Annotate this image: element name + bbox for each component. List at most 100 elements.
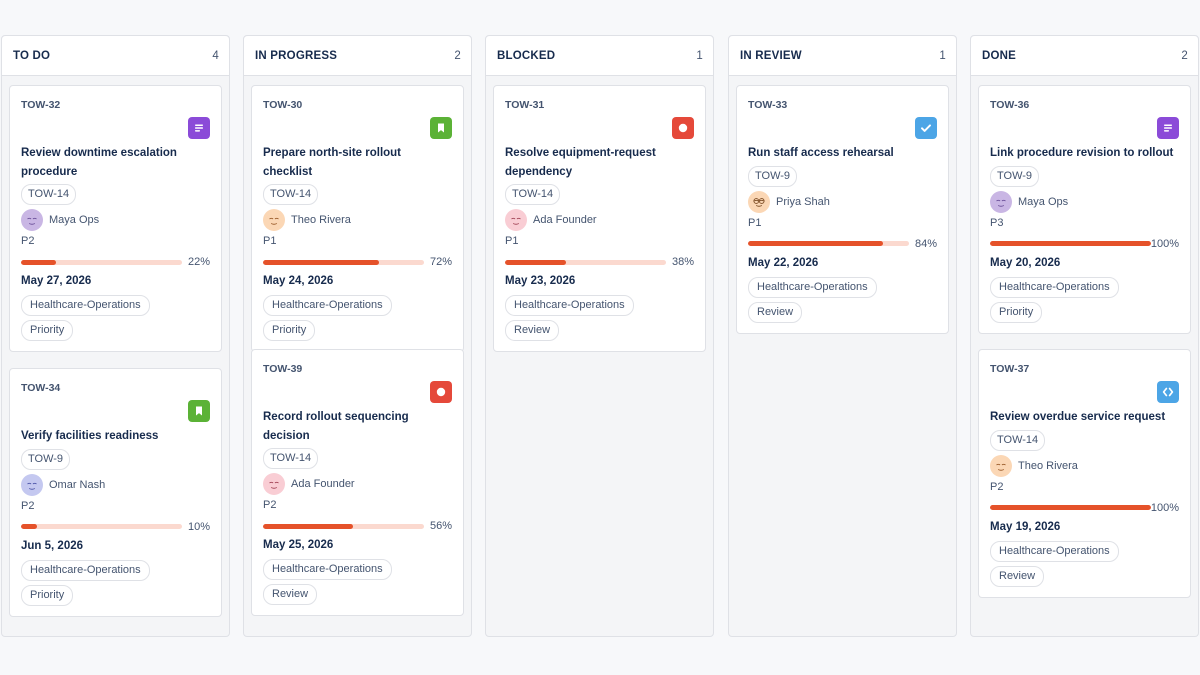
progress-fill bbox=[990, 505, 1151, 510]
progress-track bbox=[990, 505, 1151, 510]
issue-key[interactable]: TOW-34 bbox=[21, 382, 210, 396]
due-date: May 20, 2026 bbox=[990, 256, 1061, 269]
label-chip[interactable]: Healthcare-Operations bbox=[21, 559, 150, 581]
avatar bbox=[263, 473, 285, 495]
assignee[interactable]: Theo Rivera bbox=[990, 454, 1179, 477]
parent-chip[interactable]: TOW-14 bbox=[263, 448, 319, 469]
assignee[interactable]: Ada Founder bbox=[505, 209, 694, 231]
story-icon bbox=[430, 117, 452, 139]
assignee[interactable]: Omar Nash bbox=[21, 473, 210, 496]
column-header[interactable]: TO DO 4 bbox=[2, 36, 229, 76]
issue-title[interactable]: Record rollout sequencing decision bbox=[263, 408, 452, 445]
avatar bbox=[21, 473, 43, 496]
issue-card[interactable]: TOW-37 Review overdue service request TOW-… bbox=[978, 349, 1191, 598]
assignee[interactable]: Priya Shah bbox=[748, 190, 937, 213]
parent-chip[interactable]: TOW-14 bbox=[990, 429, 1046, 451]
column-header[interactable]: DONE 2 bbox=[971, 36, 1198, 76]
label-chip[interactable]: Healthcare-Operations bbox=[263, 559, 392, 580]
progress-fill bbox=[263, 523, 354, 529]
label-chip[interactable]: Healthcare-Operations bbox=[990, 276, 1119, 298]
column-header[interactable]: IN REVIEW 1 bbox=[729, 36, 956, 76]
due-date: May 22, 2026 bbox=[748, 256, 819, 269]
assignee[interactable]: Ada Founder bbox=[263, 473, 452, 495]
avatar bbox=[505, 209, 527, 231]
label-chip[interactable]: Priority bbox=[263, 320, 316, 341]
label-chip[interactable]: Review bbox=[263, 584, 318, 605]
due-date: May 25, 2026 bbox=[263, 539, 334, 551]
issue-key[interactable]: TOW-36 bbox=[990, 99, 1179, 113]
label-chip[interactable]: Review bbox=[748, 301, 803, 323]
column-blocked: BLOCKED 1 TOW-31 Resolve equipment-request … bbox=[485, 35, 714, 637]
assignee[interactable]: Maya Ops bbox=[21, 209, 210, 231]
column-count: 1 bbox=[696, 49, 703, 62]
label-chip[interactable]: Healthcare-Operations bbox=[21, 295, 150, 316]
issue-title[interactable]: Resolve equipment-request dependency bbox=[505, 144, 694, 181]
issue-title[interactable]: Verify facilities readiness bbox=[21, 427, 210, 446]
column-title: TO DO bbox=[13, 49, 51, 62]
parent-chip[interactable]: TOW-14 bbox=[21, 184, 77, 205]
progress-bar: 10% bbox=[21, 520, 210, 534]
issue-title[interactable]: Review downtime escalation procedure bbox=[21, 144, 210, 181]
avatar bbox=[263, 209, 285, 231]
issue-card[interactable]: TOW-31 Resolve equipment-request dependen… bbox=[493, 85, 706, 352]
issue-key[interactable]: TOW-31 bbox=[505, 99, 694, 113]
issue-key[interactable]: TOW-37 bbox=[990, 363, 1179, 377]
priority: P1 bbox=[748, 216, 762, 229]
assignee[interactable]: Theo Rivera bbox=[263, 209, 452, 231]
label-chip[interactable]: Priority bbox=[21, 584, 74, 606]
progress-track bbox=[263, 523, 424, 529]
label-chip[interactable]: Review bbox=[505, 320, 560, 341]
issue-key[interactable]: TOW-39 bbox=[263, 363, 452, 377]
issue-title[interactable]: Prepare north-site rollout checklist bbox=[263, 144, 452, 181]
progress-track bbox=[748, 241, 909, 246]
assignee-name: Maya Ops bbox=[1018, 195, 1069, 208]
column-title: DONE bbox=[982, 49, 1017, 62]
parent-chip[interactable]: TOW-9 bbox=[748, 165, 798, 187]
check-icon bbox=[915, 117, 937, 139]
label-chip[interactable]: Priority bbox=[21, 320, 74, 341]
label-chip[interactable]: Priority bbox=[990, 301, 1043, 323]
issue-key[interactable]: TOW-33 bbox=[748, 99, 937, 113]
due-date: May 24, 2026 bbox=[263, 275, 334, 287]
label-chip[interactable]: Healthcare-Operations bbox=[263, 295, 392, 316]
column-in-review: IN REVIEW 1 TOW-33 Run staff access rehears… bbox=[728, 35, 957, 637]
column-count: 2 bbox=[454, 49, 461, 62]
issue-card[interactable]: TOW-32 Review downtime escalation procedu… bbox=[9, 85, 222, 352]
issue-title[interactable]: Run staff access rehearsal bbox=[748, 144, 937, 163]
bug-icon bbox=[672, 117, 694, 139]
issue-card[interactable]: TOW-30 Prepare north-site rollout checkli… bbox=[251, 85, 464, 352]
parent-chip[interactable]: TOW-14 bbox=[505, 184, 561, 205]
code-icon bbox=[1157, 381, 1179, 403]
label-chip[interactable]: Healthcare-Operations bbox=[748, 276, 877, 298]
due-date: May 19, 2026 bbox=[990, 520, 1061, 533]
priority: P2 bbox=[21, 235, 35, 247]
issue-title[interactable]: Link procedure revision to rollout bbox=[990, 144, 1179, 163]
column-header[interactable]: BLOCKED 1 bbox=[486, 36, 713, 76]
priority: P2 bbox=[21, 499, 35, 512]
label-chip[interactable]: Review bbox=[990, 565, 1045, 587]
progress-track bbox=[990, 241, 1151, 246]
issue-card[interactable]: TOW-36 Link procedure revision to rollout… bbox=[978, 85, 1191, 334]
progress-fill bbox=[21, 524, 38, 529]
progress-bar: 84% bbox=[748, 237, 937, 251]
label-chip[interactable]: Healthcare-Operations bbox=[505, 295, 634, 316]
issue-card[interactable]: TOW-33 Run staff access rehearsal TOW-9 Pri… bbox=[736, 85, 949, 334]
bug-icon bbox=[430, 381, 452, 403]
assignee-name: Theo Rivera bbox=[291, 214, 351, 226]
issue-card[interactable]: TOW-39 Record rollout sequencing decision… bbox=[251, 349, 464, 616]
parent-chip[interactable]: TOW-9 bbox=[21, 448, 71, 470]
issue-key[interactable]: TOW-30 bbox=[263, 99, 452, 113]
progress-percent: 100% bbox=[1150, 237, 1179, 250]
priority: P1 bbox=[505, 235, 519, 247]
parent-chip[interactable]: TOW-14 bbox=[263, 184, 319, 205]
issue-key[interactable]: TOW-32 bbox=[21, 99, 210, 113]
issue-title[interactable]: Review overdue service request bbox=[990, 408, 1179, 427]
issue-card[interactable]: TOW-34 Verify facilities readiness TOW-9 Om… bbox=[9, 368, 222, 617]
progress-track bbox=[505, 259, 666, 265]
progress-fill bbox=[505, 259, 567, 265]
progress-track bbox=[263, 259, 424, 265]
label-chip[interactable]: Healthcare-Operations bbox=[990, 540, 1119, 562]
assignee[interactable]: Maya Ops bbox=[990, 190, 1179, 213]
parent-chip[interactable]: TOW-9 bbox=[990, 165, 1040, 187]
column-header[interactable]: IN PROGRESS 2 bbox=[244, 36, 471, 76]
